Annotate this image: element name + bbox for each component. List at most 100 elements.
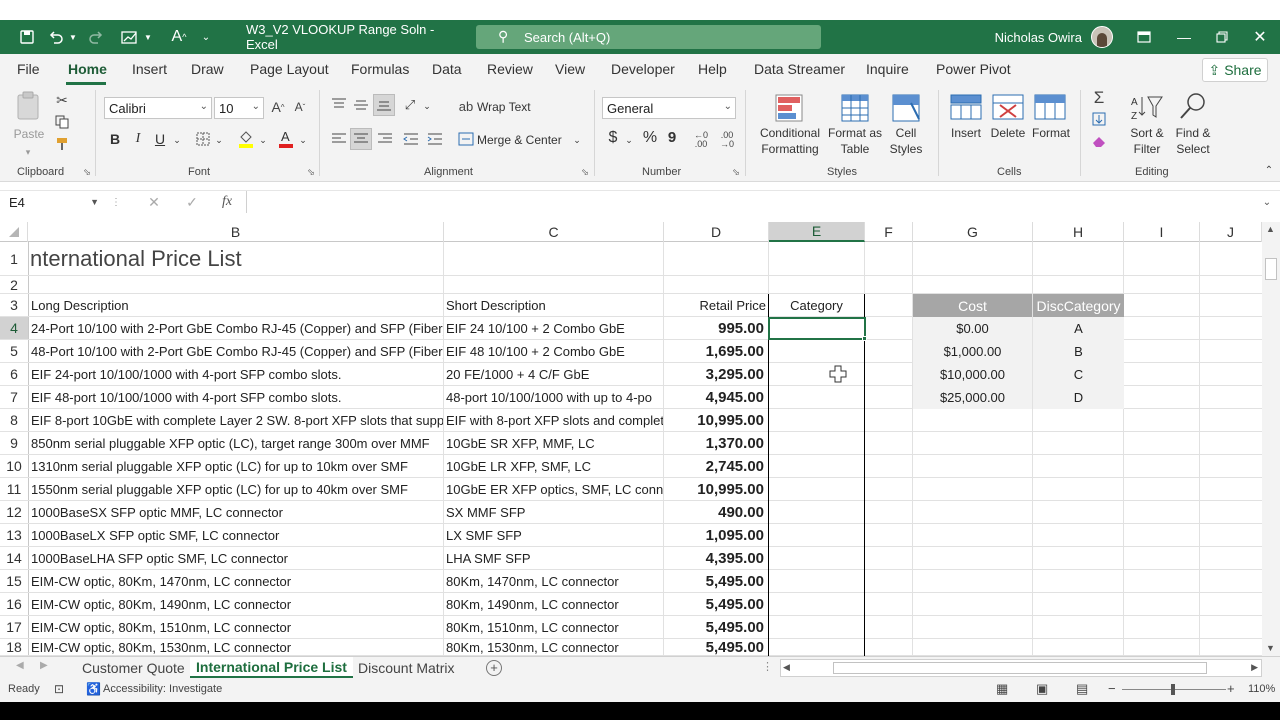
comma-button[interactable]: 9: [666, 130, 678, 146]
font-color-dropdown-icon[interactable]: ⌄: [298, 132, 308, 148]
cell-long-description[interactable]: 24-Port 10/100 with 2-Port GbE Combo RJ-…: [29, 317, 443, 340]
scroll-up-icon[interactable]: ▲: [1266, 224, 1275, 234]
page-layout-view-icon[interactable]: ▣: [1036, 681, 1048, 697]
column-header-j[interactable]: J: [1200, 222, 1262, 242]
lookup-category-cell[interactable]: A: [1033, 317, 1124, 340]
tab-data[interactable]: Data: [432, 61, 462, 77]
header-category[interactable]: Category: [769, 294, 864, 317]
sort-filter-icon[interactable]: AZ: [1130, 92, 1164, 122]
undo-icon[interactable]: [44, 20, 68, 54]
paste-label[interactable]: Paste: [12, 126, 46, 142]
cell-short-description[interactable]: EIF 24 10/100 + 2 Combo GbE: [444, 317, 663, 340]
paste-icon[interactable]: [14, 90, 44, 122]
conditional-formatting-icon[interactable]: [774, 92, 804, 124]
tab-power-pivot[interactable]: Power Pivot: [936, 61, 1011, 77]
row-header[interactable]: 8: [0, 409, 28, 432]
cell-short-description[interactable]: 80Km, 1490nm, LC connector: [444, 593, 663, 616]
cell-long-description[interactable]: EIM-CW optic, 80Km, 1530nm, LC connector: [29, 639, 443, 656]
cell-long-description[interactable]: EIM-CW optic, 80Km, 1490nm, LC connector: [29, 593, 443, 616]
lookup-category-cell[interactable]: B: [1033, 340, 1124, 363]
cell-styles-icon[interactable]: [891, 92, 921, 124]
normal-view-icon[interactable]: ▦: [996, 681, 1008, 697]
cell-category[interactable]: [769, 593, 864, 616]
undo-dropdown-icon[interactable]: ▼: [68, 20, 78, 54]
cell-retail-price[interactable]: 3,295.00: [664, 363, 766, 386]
cell-retail-price[interactable]: 5,495.00: [664, 639, 766, 656]
cell-long-description[interactable]: EIM-CW optic, 80Km, 1510nm, LC connector: [29, 616, 443, 639]
cell-styles-label2[interactable]: Styles: [882, 141, 930, 157]
next-sheet-icon[interactable]: ▶: [40, 660, 48, 671]
sheet-tab-international-price-list[interactable]: International Price List: [190, 657, 353, 678]
cell-long-description[interactable]: 1000BaseLHA SFP optic SMF, LC connector: [29, 547, 443, 570]
select-all-corner[interactable]: [0, 222, 28, 242]
alignment-launcher-icon[interactable]: ⬂: [580, 166, 590, 178]
format-as-table-label[interactable]: Format as: [826, 125, 884, 141]
avatar[interactable]: [1090, 20, 1114, 54]
format-painter-icon[interactable]: [54, 136, 70, 152]
scroll-right-icon[interactable]: ▶: [1251, 662, 1258, 673]
quick-access-chart-icon[interactable]: [118, 20, 142, 54]
cell-long-description[interactable]: 48-Port 10/100 with 2-Port GbE Combo RJ-…: [29, 340, 443, 363]
row-header[interactable]: 11: [0, 478, 28, 501]
horizontal-scrollbar[interactable]: ◀ ▶: [780, 659, 1262, 677]
formula-input[interactable]: [246, 191, 1262, 213]
scroll-down-icon[interactable]: ▼: [1266, 643, 1275, 653]
search-input[interactable]: ⚲ Search (Alt+Q): [476, 25, 821, 49]
cell-long-description[interactable]: EIF 48-port 10/100/1000 with 4-port SFP …: [29, 386, 443, 409]
sheet-tab-discount-matrix[interactable]: Discount Matrix: [352, 657, 460, 678]
cell-retail-price[interactable]: 5,495.00: [664, 570, 766, 593]
increase-decimal-icon[interactable]: ←0.00: [690, 130, 712, 150]
share-button[interactable]: ⇪ Share: [1202, 58, 1268, 82]
tab-splitter-icon[interactable]: ⋮: [762, 660, 773, 673]
cell-short-description[interactable]: 48-port 10/100/1000 with up to 4-po: [444, 386, 663, 409]
cell-long-description[interactable]: EIM-CW optic, 80Km, 1470nm, LC connector: [29, 570, 443, 593]
underline-button[interactable]: U: [153, 131, 167, 147]
sheet-tab-customer-quote[interactable]: Customer Quote: [76, 657, 191, 678]
prev-sheet-icon[interactable]: ◀: [16, 660, 24, 671]
header-short-description[interactable]: Short Description: [444, 294, 663, 317]
clear-icon[interactable]: [1090, 132, 1108, 150]
tab-home[interactable]: Home: [68, 61, 107, 77]
currency-dropdown-icon[interactable]: ⌄: [624, 132, 634, 148]
column-header-i[interactable]: I: [1124, 222, 1200, 242]
format-as-table-icon[interactable]: [840, 92, 870, 124]
font-size-combo[interactable]: 10 ⌄: [214, 97, 264, 119]
cell-retail-price[interactable]: 1,695.00: [664, 340, 766, 363]
restore-icon[interactable]: [1212, 20, 1232, 54]
vertical-scrollbar[interactable]: ▲ ▼: [1262, 222, 1280, 656]
italic-button[interactable]: I: [131, 131, 145, 147]
cell-styles-label[interactable]: Cell: [884, 125, 928, 141]
row-header[interactable]: 17: [0, 616, 28, 639]
chart-dropdown-icon[interactable]: ▼: [143, 20, 153, 54]
decrease-indent-icon[interactable]: [402, 130, 420, 148]
zoom-level[interactable]: 110%: [1248, 683, 1275, 695]
macro-record-icon[interactable]: ⊡: [54, 682, 64, 696]
sort-filter-label[interactable]: Sort &: [1124, 125, 1170, 141]
cell-short-description[interactable]: 80Km, 1470nm, LC connector: [444, 570, 663, 593]
currency-button[interactable]: $: [606, 130, 620, 146]
formula-bar-grip-icon[interactable]: ⋮: [111, 193, 121, 211]
font-color-icon[interactable]: A: [276, 128, 296, 150]
cell-category[interactable]: [769, 432, 864, 455]
row-header[interactable]: 4: [0, 317, 28, 340]
cell-long-description[interactable]: 1310nm serial pluggable XFP optic (LC) f…: [29, 455, 443, 478]
number-format-combo[interactable]: General ⌄: [602, 97, 736, 119]
confirm-entry-icon[interactable]: ✓: [182, 193, 202, 211]
conditional-formatting-label2[interactable]: Formatting: [756, 141, 824, 157]
zoom-slider-thumb[interactable]: [1171, 684, 1175, 695]
wrap-text-button[interactable]: Wrap Text: [477, 99, 531, 115]
merge-center-icon[interactable]: [458, 132, 474, 146]
conditional-formatting-label[interactable]: Conditional: [756, 125, 824, 141]
accessibility-icon[interactable]: ♿: [86, 682, 101, 696]
tab-data-streamer[interactable]: Data Streamer: [754, 61, 845, 77]
collapse-ribbon-icon[interactable]: ⌃: [1262, 164, 1276, 176]
borders-icon[interactable]: [194, 130, 212, 148]
add-sheet-icon[interactable]: +: [486, 660, 502, 676]
row-header[interactable]: 5: [0, 340, 28, 363]
row-header[interactable]: 18: [0, 639, 28, 656]
cell-short-description[interactable]: LHA SMF SFP: [444, 547, 663, 570]
tab-inquire[interactable]: Inquire: [866, 61, 909, 77]
cell-long-description[interactable]: 850nm serial pluggable XFP optic (LC), t…: [29, 432, 443, 455]
format-cells-label[interactable]: Format: [1030, 125, 1072, 141]
row-header[interactable]: 7: [0, 386, 28, 409]
